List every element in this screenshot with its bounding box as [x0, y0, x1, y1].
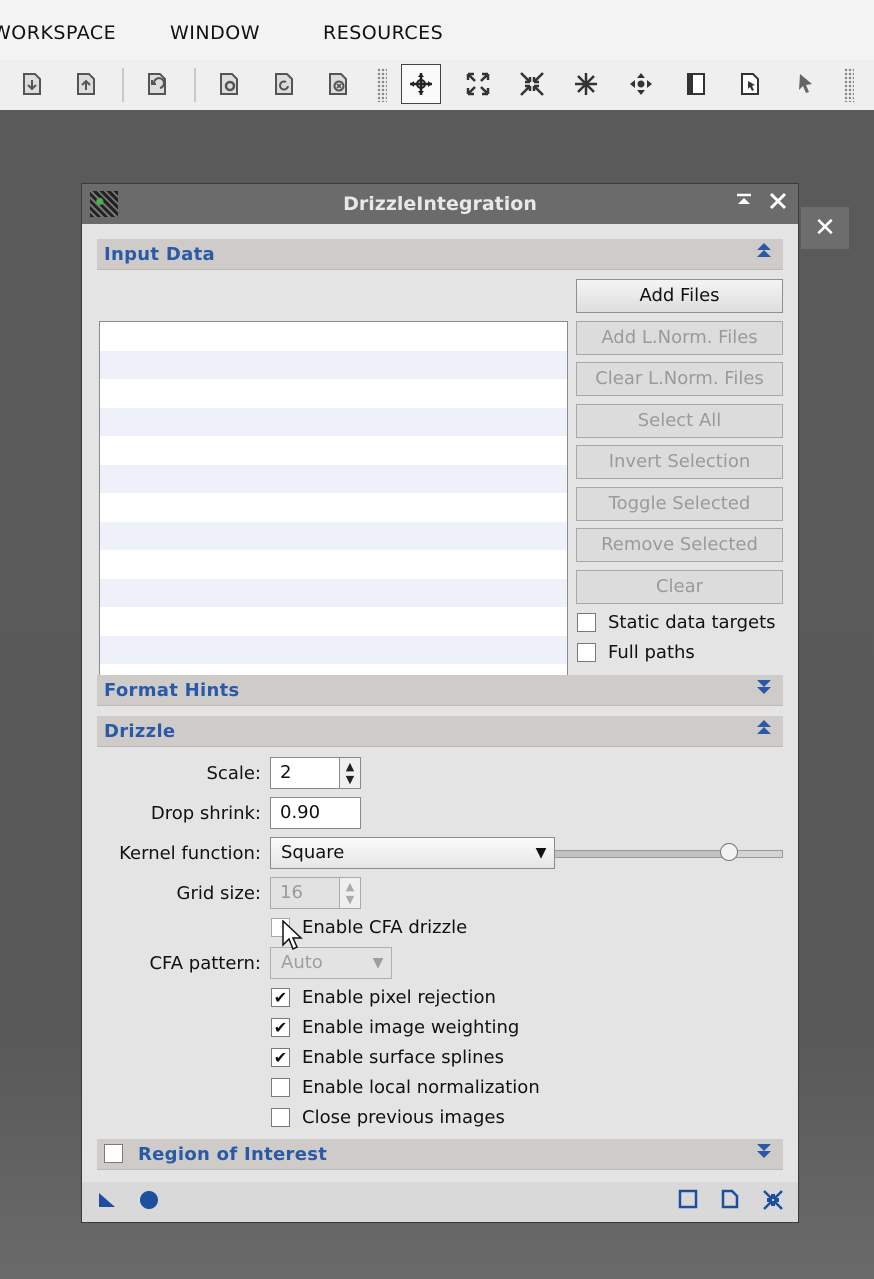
- close-doc-icon[interactable]: [318, 64, 358, 104]
- drizzle-integration-dialog: DrizzleIntegration Input Data Add Files …: [81, 183, 799, 1223]
- section-format-hints[interactable]: Format Hints: [97, 675, 783, 706]
- mouse-cursor-icon: [282, 920, 303, 951]
- checkbox-label: Enable surface splines: [302, 1047, 504, 1068]
- new-instance-icon[interactable]: [97, 1189, 117, 1215]
- grid-size-input[interactable]: 16: [270, 877, 340, 909]
- section-region-of-interest[interactable]: Region of Interest: [97, 1139, 783, 1170]
- expand-icon[interactable]: [458, 64, 498, 104]
- toolbar-separator: [122, 68, 124, 102]
- drop-shrink-label: Drop shrink:: [150, 803, 261, 824]
- checkbox-label: Enable pixel rejection: [302, 987, 496, 1008]
- checkbox[interactable]: [271, 988, 290, 1007]
- grid-size-label: Grid size:: [176, 883, 261, 904]
- section-title: Region of Interest: [138, 1144, 328, 1165]
- doc-up-icon[interactable]: [66, 64, 106, 104]
- dropdown-arrow-icon: ▼: [372, 955, 384, 971]
- collapse-icon[interactable]: [512, 64, 552, 104]
- checkbox[interactable]: [271, 1048, 290, 1067]
- menu-window[interactable]: WINDOW: [170, 22, 260, 44]
- select-value: Auto: [281, 952, 323, 973]
- full-paths-checkbox[interactable]: Full paths: [577, 642, 695, 663]
- shade-icon[interactable]: [735, 191, 753, 216]
- checkbox-label: Enable CFA drizzle: [302, 917, 468, 938]
- dialog-title: DrizzleIntegration: [343, 193, 537, 215]
- page-icon[interactable]: [676, 64, 716, 104]
- checkbox-label: Enable local normalization: [302, 1077, 540, 1098]
- pan-icon[interactable]: [621, 64, 661, 104]
- apply-global-icon[interactable]: [138, 1189, 160, 1217]
- track-view-icon[interactable]: [720, 1189, 740, 1215]
- dropdown-arrow-icon: ▼: [535, 845, 547, 861]
- zoom-page-icon[interactable]: [730, 64, 770, 104]
- close-icon[interactable]: [768, 191, 788, 217]
- section-title: Format Hints: [104, 680, 240, 701]
- checkbox[interactable]: [577, 613, 596, 632]
- scale-spinner[interactable]: ▲ ▼: [339, 757, 361, 789]
- section-title: Drizzle: [104, 721, 176, 742]
- checkbox-label: Full paths: [608, 642, 695, 663]
- scale-input[interactable]: 2: [270, 757, 340, 789]
- slider-handle[interactable]: [719, 843, 738, 861]
- static-data-targets-checkbox[interactable]: Static data targets: [577, 612, 776, 633]
- add-lnorm-files-button[interactable]: Add L.Norm. Files: [576, 321, 783, 355]
- checkbox[interactable]: [271, 1108, 290, 1127]
- menu-resources[interactable]: RESOURCES: [323, 22, 443, 44]
- add-files-button[interactable]: Add Files: [576, 279, 783, 313]
- gear-doc-icon[interactable]: [209, 64, 249, 104]
- kernel-function-select[interactable]: Square ▼: [270, 837, 555, 869]
- checkbox-label: Enable image weighting: [302, 1017, 520, 1038]
- checkbox-label: Close previous images: [302, 1107, 505, 1128]
- checkbox-label: Static data targets: [608, 612, 776, 633]
- input-file-list[interactable]: [99, 321, 568, 702]
- cfa-pattern-label: CFA pattern:: [149, 953, 261, 974]
- menu-workspace[interactable]: WORKSPACE: [0, 22, 116, 44]
- toolbar-grip[interactable]: [844, 68, 854, 102]
- close-icon[interactable]: ✕: [801, 207, 849, 249]
- move-icon[interactable]: [401, 64, 441, 104]
- checkbox[interactable]: [577, 643, 596, 662]
- enable-image-weighting-checkbox[interactable]: Enable image weighting: [271, 1017, 519, 1038]
- toggle-selected-button[interactable]: Toggle Selected: [576, 487, 783, 521]
- clear-button[interactable]: Clear: [576, 570, 783, 604]
- snowflake-icon[interactable]: [566, 64, 606, 104]
- dialog-content: Input Data Add Files Add L.Norm. Files C…: [82, 224, 798, 1182]
- enable-surface-splines-checkbox[interactable]: Enable surface splines: [271, 1047, 504, 1068]
- dialog-bottom-bar: [82, 1182, 798, 1222]
- doc-down-icon[interactable]: [12, 64, 52, 104]
- section-input-data[interactable]: Input Data: [97, 239, 783, 270]
- undo-doc-icon[interactable]: [137, 64, 177, 104]
- enable-local-normalization-checkbox[interactable]: Enable local normalization: [271, 1077, 540, 1098]
- scale-label: Scale:: [206, 763, 262, 784]
- collapse-up-icon[interactable]: [755, 242, 773, 260]
- section-drizzle[interactable]: Drizzle: [97, 716, 783, 747]
- expand-down-icon[interactable]: [755, 1142, 773, 1160]
- grid-size-spinner[interactable]: ▲ ▼: [339, 877, 361, 909]
- remove-selected-button[interactable]: Remove Selected: [576, 528, 783, 562]
- roi-checkbox[interactable]: [104, 1144, 123, 1163]
- checkbox[interactable]: [271, 1018, 290, 1037]
- select-all-button[interactable]: Select All: [576, 404, 783, 438]
- checkbox[interactable]: [271, 1078, 290, 1097]
- section-title: Input Data: [104, 244, 215, 265]
- browse-documentation-icon[interactable]: [678, 1189, 698, 1215]
- invert-selection-button[interactable]: Invert Selection: [576, 445, 783, 479]
- select-value: Square: [281, 842, 345, 863]
- expand-down-icon[interactable]: [755, 678, 773, 696]
- toolbar-separator: [194, 68, 196, 102]
- kernel-function-label: Kernel function:: [119, 843, 261, 864]
- close-previous-images-checkbox[interactable]: Close previous images: [271, 1107, 505, 1128]
- collapse-up-icon[interactable]: [755, 719, 773, 737]
- drop-shrink-input[interactable]: 0.90: [270, 797, 361, 829]
- toolbar-grip[interactable]: [377, 68, 387, 102]
- reset-icon[interactable]: [762, 1189, 784, 1217]
- enable-pixel-rejection-checkbox[interactable]: Enable pixel rejection: [271, 987, 496, 1008]
- refresh-doc-icon[interactable]: [264, 64, 304, 104]
- dialog-titlebar[interactable]: DrizzleIntegration: [82, 184, 798, 224]
- pointer-icon[interactable]: [785, 64, 825, 104]
- menu-bar: WORKSPACE WINDOW RESOURCES: [0, 0, 874, 60]
- toolbar: [0, 60, 874, 110]
- clear-lnorm-files-button[interactable]: Clear L.Norm. Files: [576, 362, 783, 396]
